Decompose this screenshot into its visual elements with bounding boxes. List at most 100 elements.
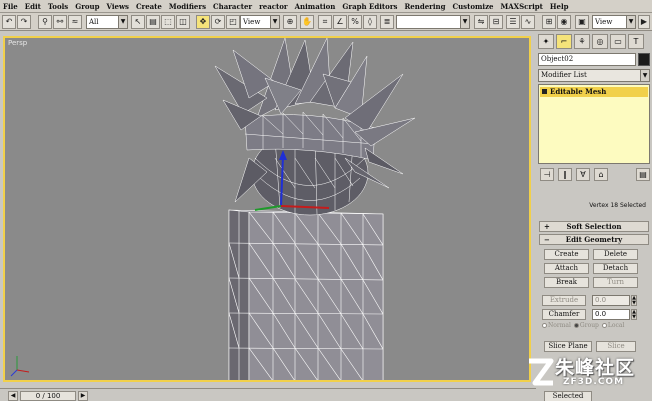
pivot-center-icon[interactable]: ⊕	[283, 15, 297, 29]
time-slider[interactable]: 0 / 100	[20, 391, 76, 401]
chamfer-row: Chamfer 0.0 ▲ ▼	[542, 309, 646, 320]
rectangular-selection-icon[interactable]: ⬚	[161, 15, 175, 29]
window-crossing-icon[interactable]: ◫	[176, 15, 190, 29]
select-manipulate-icon[interactable]: ✋	[300, 15, 314, 29]
slice-plane-button[interactable]: Slice Plane	[544, 341, 592, 352]
menu-file[interactable]: File	[3, 2, 18, 11]
menu-character[interactable]: Character	[213, 2, 252, 11]
menu-graph-editors[interactable]: Graph Editors	[342, 2, 397, 11]
extrude-value-field[interactable]: 0.0	[592, 295, 630, 306]
delete-button[interactable]: Delete	[593, 249, 638, 260]
bind-space-warp-icon[interactable]: ≈	[68, 15, 82, 29]
command-panel: ✦ ⌐ ⚘ ◎ ▭ T Object02 Modifier List ▼ Edi…	[536, 31, 652, 401]
radio-group[interactable]: Group	[573, 322, 599, 332]
menu-maxscript[interactable]: MAXScript	[501, 2, 543, 11]
edit-named-selection-icon[interactable]: ≣	[380, 15, 394, 29]
menu-group[interactable]: Group	[75, 2, 99, 11]
render-type-dropdown[interactable]: View ▼	[592, 15, 636, 29]
create-button[interactable]: Create	[544, 249, 589, 260]
select-move-icon[interactable]: ✥	[196, 15, 210, 29]
next-frame-icon[interactable]: ▶	[78, 391, 88, 401]
axis-tripod-icon	[10, 356, 30, 377]
menu-reactor[interactable]: reactor	[259, 2, 288, 11]
selection-filter-dropdown[interactable]: All ▼	[86, 15, 128, 29]
chamfer-value-field[interactable]: 0.0	[592, 309, 630, 320]
reference-coordinate-dropdown[interactable]: View ▼	[240, 15, 280, 29]
menu-views[interactable]: Views	[107, 2, 129, 11]
extrude-button[interactable]: Extrude	[542, 295, 586, 306]
display-tab-icon[interactable]: ▭	[610, 34, 626, 49]
align-icon[interactable]: ⊟	[489, 15, 503, 29]
command-panel-tabs: ✦ ⌐ ⚘ ◎ ▭ T	[538, 34, 650, 50]
menu-customize[interactable]: Customize	[453, 2, 494, 11]
redo-icon[interactable]: ↷	[17, 15, 31, 29]
expand-icon[interactable]	[542, 89, 547, 94]
select-scale-icon[interactable]: ◰	[226, 15, 240, 29]
show-end-result-icon[interactable]: ‖	[558, 168, 572, 181]
material-editor-icon[interactable]: ◉	[557, 15, 571, 29]
pin-stack-icon[interactable]: ⊣	[540, 168, 554, 181]
watermark-subtext: ZF3D.COM	[563, 377, 625, 387]
expand-icon: +	[544, 222, 550, 231]
unlink-icon[interactable]: ⚯	[53, 15, 67, 29]
named-selection-dropdown[interactable]: ▼	[396, 15, 470, 29]
menu-modifiers[interactable]: Modifiers	[169, 2, 206, 11]
soft-selection-rollout[interactable]: + Soft Selection	[539, 221, 649, 232]
menu-help[interactable]: Help	[550, 2, 569, 11]
chevron-down-icon: ▼	[270, 16, 279, 28]
slice-button[interactable]: Slice	[596, 341, 636, 352]
configure-sets-icon[interactable]: ▤	[636, 168, 650, 181]
time-slider-bar: ◀ 0 / 100 ▶	[0, 388, 536, 401]
menu-animation[interactable]: Animation	[295, 2, 336, 11]
perspective-viewport[interactable]: Persp	[3, 36, 531, 382]
menu-create[interactable]: Create	[136, 2, 162, 11]
remove-modifier-icon[interactable]: ⌂	[594, 168, 608, 181]
make-unique-icon[interactable]: ∀	[576, 168, 590, 181]
watermark: 朱峰社区 ZF3D.COM	[523, 353, 652, 393]
radio-local[interactable]: Local	[601, 322, 624, 332]
edit-geometry-rollout[interactable]: − Edit Geometry	[539, 234, 649, 245]
modify-tab-icon[interactable]: ⌐	[556, 34, 572, 49]
watermark-logo-icon	[529, 358, 554, 386]
utilities-tab-icon[interactable]: T	[628, 34, 644, 49]
chamfer-button[interactable]: Chamfer	[542, 309, 586, 320]
chevron-down-icon: ▼	[626, 16, 635, 28]
select-rotate-icon[interactable]: ⟳	[211, 15, 225, 29]
menu-rendering[interactable]: Rendering	[404, 2, 445, 11]
object-color-swatch[interactable]	[638, 53, 650, 66]
radio-normal[interactable]: Normal	[542, 322, 571, 332]
quick-render-icon[interactable]: ▶	[638, 15, 650, 29]
body-block	[228, 209, 384, 380]
menu-edit[interactable]: Edit	[25, 2, 41, 11]
break-button[interactable]: Break	[544, 277, 589, 288]
snap-toggle-icon[interactable]: ⌗	[318, 15, 332, 29]
selection-status: Vertex 18 Selected	[589, 202, 646, 209]
attach-button[interactable]: Attach	[544, 263, 589, 274]
mirror-icon[interactable]: ⇋	[474, 15, 488, 29]
extrude-spinner[interactable]: ▲ ▼	[631, 295, 637, 306]
curve-editor-icon[interactable]: ∿	[521, 15, 535, 29]
modifier-stack: Editable Mesh	[538, 84, 650, 164]
chamfer-spinner[interactable]: ▲ ▼	[631, 309, 637, 320]
percent-snap-icon[interactable]: %	[348, 15, 362, 29]
create-tab-icon[interactable]: ✦	[538, 34, 554, 49]
schematic-view-icon[interactable]: ⊞	[542, 15, 556, 29]
select-link-icon[interactable]: ⚲	[38, 15, 52, 29]
undo-icon[interactable]: ↶	[2, 15, 16, 29]
render-scene-icon[interactable]: ▣	[575, 15, 589, 29]
previous-frame-icon[interactable]: ◀	[8, 391, 18, 401]
motion-tab-icon[interactable]: ◎	[592, 34, 608, 49]
select-by-name-icon[interactable]: ▤	[146, 15, 160, 29]
select-object-icon[interactable]: ↖	[131, 15, 145, 29]
spinner-snap-icon[interactable]: ◊	[363, 15, 377, 29]
layer-manager-icon[interactable]: ☰	[506, 15, 520, 29]
turn-button[interactable]: Turn	[593, 277, 638, 288]
menu-tools[interactable]: Tools	[48, 2, 68, 11]
modifier-list-dropdown[interactable]: Modifier List ▼	[538, 69, 650, 82]
hierarchy-tab-icon[interactable]: ⚘	[574, 34, 590, 49]
angle-snap-icon[interactable]: ∠	[333, 15, 347, 29]
detach-button[interactable]: Detach	[593, 263, 638, 274]
stack-item-editable-mesh[interactable]: Editable Mesh	[540, 87, 648, 97]
chevron-down-icon: ▼	[640, 70, 649, 81]
object-name-field[interactable]: Object02	[538, 53, 636, 66]
